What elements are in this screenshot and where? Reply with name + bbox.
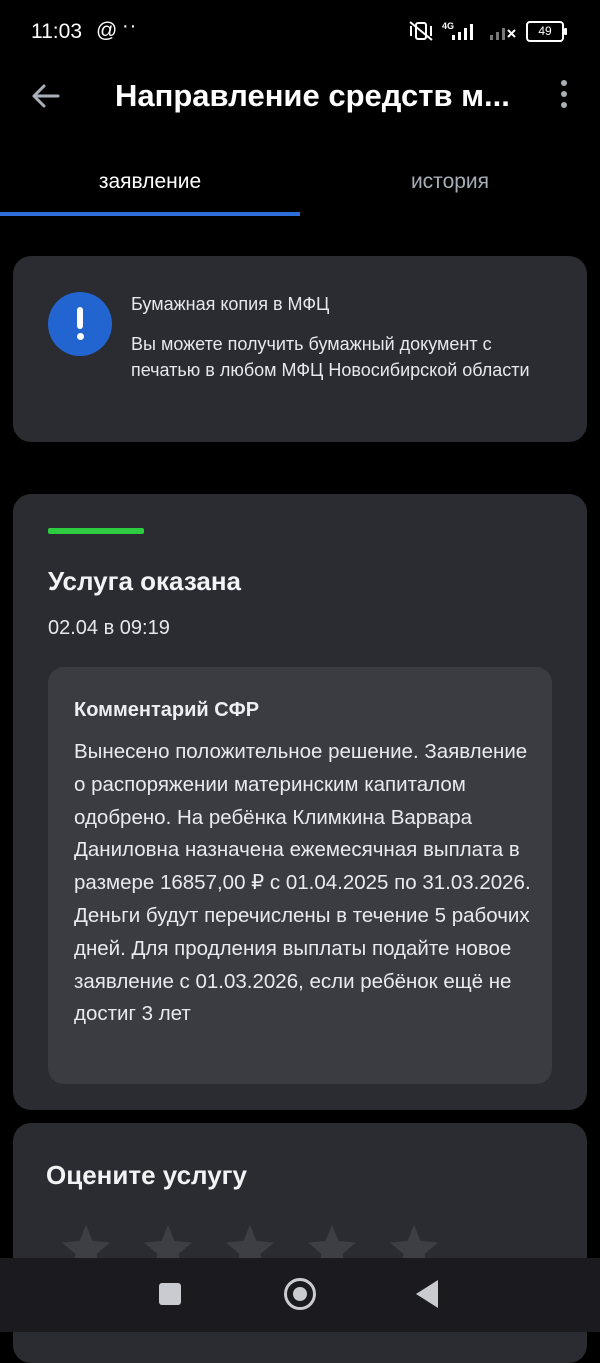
status-card: Услуга оказана 02.04 в 09:19 Комментарий… (13, 494, 587, 1110)
status-indicator-bar (48, 528, 144, 534)
mfc-info-card: Бумажная копия в МФЦ Вы можете получить … (13, 256, 587, 442)
app-bar: Направление средств м... (0, 64, 600, 132)
tab-bar: заявление история (0, 150, 600, 218)
rating-title: Оцените услугу (46, 1160, 247, 1190)
battery-icon: 49 (526, 20, 567, 42)
vibrate-off-icon (409, 21, 433, 41)
status-time: 11:03 (31, 20, 82, 43)
signal-no-service-icon (490, 28, 516, 40)
tab-history[interactable]: история (300, 170, 600, 194)
signal-4g-icon: 4G (442, 21, 473, 40)
tab-application[interactable]: заявление (0, 170, 300, 194)
status-title: Услуга оказана (48, 566, 242, 596)
info-text: Вы можете получить бумажный документ с п… (131, 334, 530, 380)
back-triangle-icon[interactable] (416, 1280, 438, 1308)
comment-box: Комментарий СФР Вынесено положительное р… (48, 667, 552, 1084)
more-vertical-icon[interactable] (556, 80, 572, 114)
system-nav-bar (0, 1258, 600, 1332)
recent-apps-icon[interactable] (159, 1283, 181, 1305)
home-icon[interactable] (284, 1278, 316, 1310)
status-date: 02.04 в 09:19 (48, 617, 170, 639)
page-title: Направление средств м... (115, 78, 510, 113)
status-right-icons: 4G 49 (408, 20, 567, 42)
tab-indicator (0, 212, 300, 216)
exclamation-icon (48, 292, 112, 356)
more-notifications-icon: ·· (122, 15, 138, 37)
comment-title: Комментарий СФР (74, 699, 260, 721)
at-notification-icon: @ (96, 19, 118, 42)
network-type-label: 4G (442, 21, 454, 31)
status-bar: 11:03 @ ·· 4G 49 (0, 0, 600, 64)
back-arrow-icon[interactable] (28, 78, 64, 114)
info-title: Бумажная копия в МФЦ (131, 294, 330, 314)
comment-text: Вынесено положительное решение. Заявлени… (74, 740, 531, 1026)
